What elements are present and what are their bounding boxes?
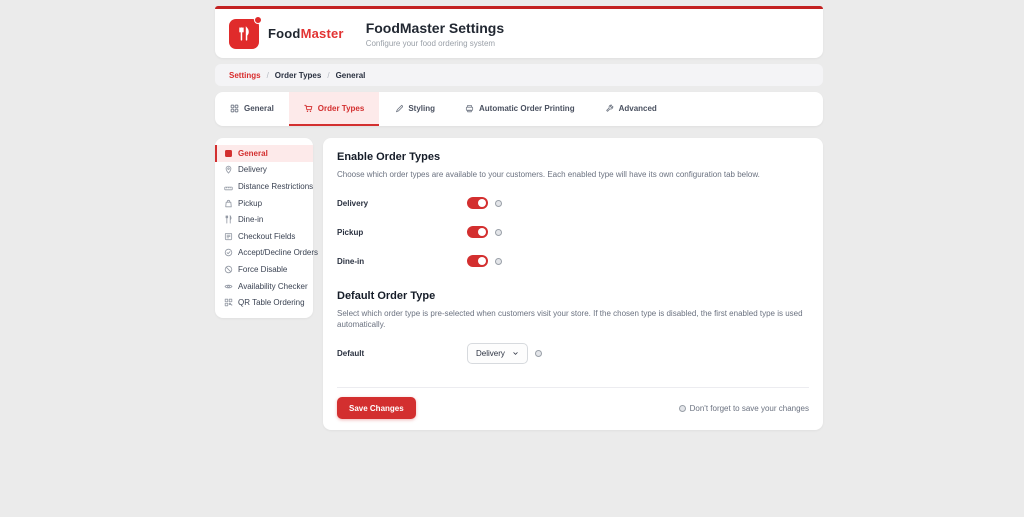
brand-wordmark: FoodMaster bbox=[268, 26, 344, 41]
info-icon bbox=[678, 404, 686, 412]
shopping-bag-icon bbox=[225, 199, 232, 207]
app-header: FoodMaster FoodMaster Settings Configure… bbox=[215, 6, 823, 58]
default-order-type-select[interactable]: Delivery bbox=[467, 343, 528, 365]
sidebar-item-dine-in[interactable]: Dine-in bbox=[215, 211, 313, 228]
sidebar-item-label: Force Disable bbox=[238, 264, 288, 274]
header-title-block: FoodMaster Settings Configure your food … bbox=[366, 20, 504, 48]
sidebar-item-pickup[interactable]: Pickup bbox=[215, 195, 313, 212]
sidebar-item-label: Delivery bbox=[238, 165, 267, 175]
sidebar-item-label: Accept/Decline Orders bbox=[238, 248, 319, 258]
wrench-icon bbox=[605, 104, 613, 112]
default-field-label: Default bbox=[337, 349, 365, 359]
sidebar-item-distance-restrictions[interactable]: Distance Restrictions bbox=[215, 178, 313, 195]
cart-icon bbox=[304, 104, 313, 112]
sidebar-item-accept-decline-orders[interactable]: Accept/Decline Orders bbox=[215, 245, 318, 262]
tab-order-types[interactable]: Order Types bbox=[288, 92, 380, 126]
toggle-label-delivery: Delivery bbox=[337, 198, 369, 208]
sidebar-item-label: Dine-in bbox=[238, 215, 264, 225]
breadcrumb-general[interactable]: General bbox=[336, 71, 366, 80]
selected-option-label: Delivery bbox=[476, 349, 505, 359]
brand-accent: Master bbox=[300, 26, 344, 41]
chevron-down-icon bbox=[513, 352, 518, 355]
toggle-knob bbox=[478, 199, 486, 208]
enable-order-types-title: Enable Order Types bbox=[337, 151, 441, 163]
sidebar-item-checkout-fields[interactable]: Checkout Fields bbox=[215, 228, 313, 245]
page-subtitle: Configure your food ordering system bbox=[365, 38, 496, 48]
grid-icon bbox=[225, 149, 232, 157]
tab-label: Styling bbox=[408, 103, 436, 113]
settings-page: FoodMaster FoodMaster Settings Configure… bbox=[215, 0, 823, 431]
qr-icon bbox=[224, 298, 233, 307]
tab-advanced[interactable]: Advanced bbox=[590, 92, 672, 126]
brand-bold: Food bbox=[268, 26, 301, 41]
tab-label: Automatic Order Printing bbox=[479, 103, 575, 113]
sidebar-item-label: Availability Checker bbox=[238, 281, 308, 291]
tab-general[interactable]: General bbox=[215, 92, 289, 126]
toggle-row-dine-in: Dine-in bbox=[337, 255, 809, 268]
check-circle-icon bbox=[224, 249, 233, 257]
order-types-sidebar: General Delivery Distance Restrictions P… bbox=[215, 138, 318, 318]
main-area: General Delivery Distance Restrictions P… bbox=[215, 138, 823, 431]
tab-automatic-order-printing[interactable]: Automatic Order Printing bbox=[450, 92, 590, 126]
sidebar-item-delivery[interactable]: Delivery bbox=[215, 162, 313, 179]
default-order-type-description: Select which order type is pre-selected … bbox=[337, 309, 803, 329]
tab-label: Order Types bbox=[317, 103, 365, 113]
default-order-type-section: Default Order Type Select which order ty… bbox=[337, 290, 809, 365]
toggle-label-dine-in: Dine-in bbox=[337, 256, 365, 266]
breadcrumb-separator: / bbox=[266, 70, 269, 80]
sidebar-item-label: General bbox=[238, 148, 268, 158]
help-icon[interactable] bbox=[495, 228, 502, 236]
sidebar-item-force-disable[interactable]: Force Disable bbox=[215, 261, 313, 278]
tab-label: Advanced bbox=[618, 103, 657, 113]
ruler-icon bbox=[224, 186, 233, 191]
save-reminder: Don't forget to save your changes bbox=[678, 403, 809, 413]
tab-label: General bbox=[244, 103, 274, 113]
printer-icon bbox=[465, 104, 474, 112]
default-order-type-title: Default Order Type bbox=[337, 290, 436, 303]
delivery-toggle[interactable] bbox=[467, 197, 488, 210]
toggle-row-pickup: Pickup bbox=[337, 226, 809, 239]
tab-styling[interactable]: Styling bbox=[379, 92, 450, 126]
sidebar-item-label: Distance Restrictions bbox=[238, 181, 314, 191]
sidebar-item-label: Pickup bbox=[238, 198, 263, 208]
breadcrumb-order-types[interactable]: Order Types bbox=[275, 71, 322, 80]
toggle-row-delivery: Delivery bbox=[337, 197, 809, 210]
app-logo bbox=[229, 15, 262, 49]
dine-in-toggle[interactable] bbox=[467, 255, 488, 268]
eye-icon bbox=[224, 284, 233, 288]
help-icon[interactable] bbox=[495, 199, 502, 207]
general-settings-panel: Enable Order Types Choose which order ty… bbox=[323, 138, 823, 431]
save-reminder-text: Don't forget to save your changes bbox=[689, 403, 809, 413]
form-icon bbox=[224, 232, 233, 240]
help-icon[interactable] bbox=[495, 257, 502, 265]
help-icon[interactable] bbox=[534, 350, 542, 358]
breadcrumb: Settings / Order Types / General bbox=[215, 64, 823, 86]
footer-divider bbox=[337, 387, 809, 389]
page-title: FoodMaster Settings bbox=[365, 19, 505, 36]
sidebar-item-label: Checkout Fields bbox=[238, 231, 296, 241]
utensils-icon bbox=[225, 215, 232, 224]
settings-tabbar: General Order Types Styling Automatic Or… bbox=[215, 92, 823, 126]
save-footer: Save Changes Don't forget to save your c… bbox=[337, 397, 809, 420]
map-pin-icon bbox=[225, 166, 232, 174]
toggle-knob bbox=[478, 257, 486, 266]
grid-icon bbox=[230, 104, 239, 112]
save-changes-button[interactable]: Save Changes bbox=[337, 397, 416, 420]
breadcrumb-separator: / bbox=[327, 70, 330, 80]
toggle-knob bbox=[478, 228, 486, 237]
toggle-label-pickup: Pickup bbox=[337, 227, 364, 237]
breadcrumb-settings[interactable]: Settings bbox=[229, 71, 261, 80]
default-field-row: Default Delivery bbox=[337, 343, 809, 365]
sidebar-item-availability-checker[interactable]: Availability Checker bbox=[215, 278, 313, 295]
sidebar-item-general[interactable]: General bbox=[215, 145, 313, 162]
enable-order-types-description: Choose which order types are available t… bbox=[337, 170, 760, 179]
sidebar-item-label: QR Table Ordering bbox=[238, 298, 305, 308]
logo-badge-dot bbox=[254, 15, 262, 24]
sidebar-item-qr-table-ordering[interactable]: QR Table Ordering bbox=[215, 294, 313, 311]
pickup-toggle[interactable] bbox=[467, 226, 488, 239]
ban-icon bbox=[224, 265, 233, 274]
brush-icon bbox=[396, 104, 404, 112]
